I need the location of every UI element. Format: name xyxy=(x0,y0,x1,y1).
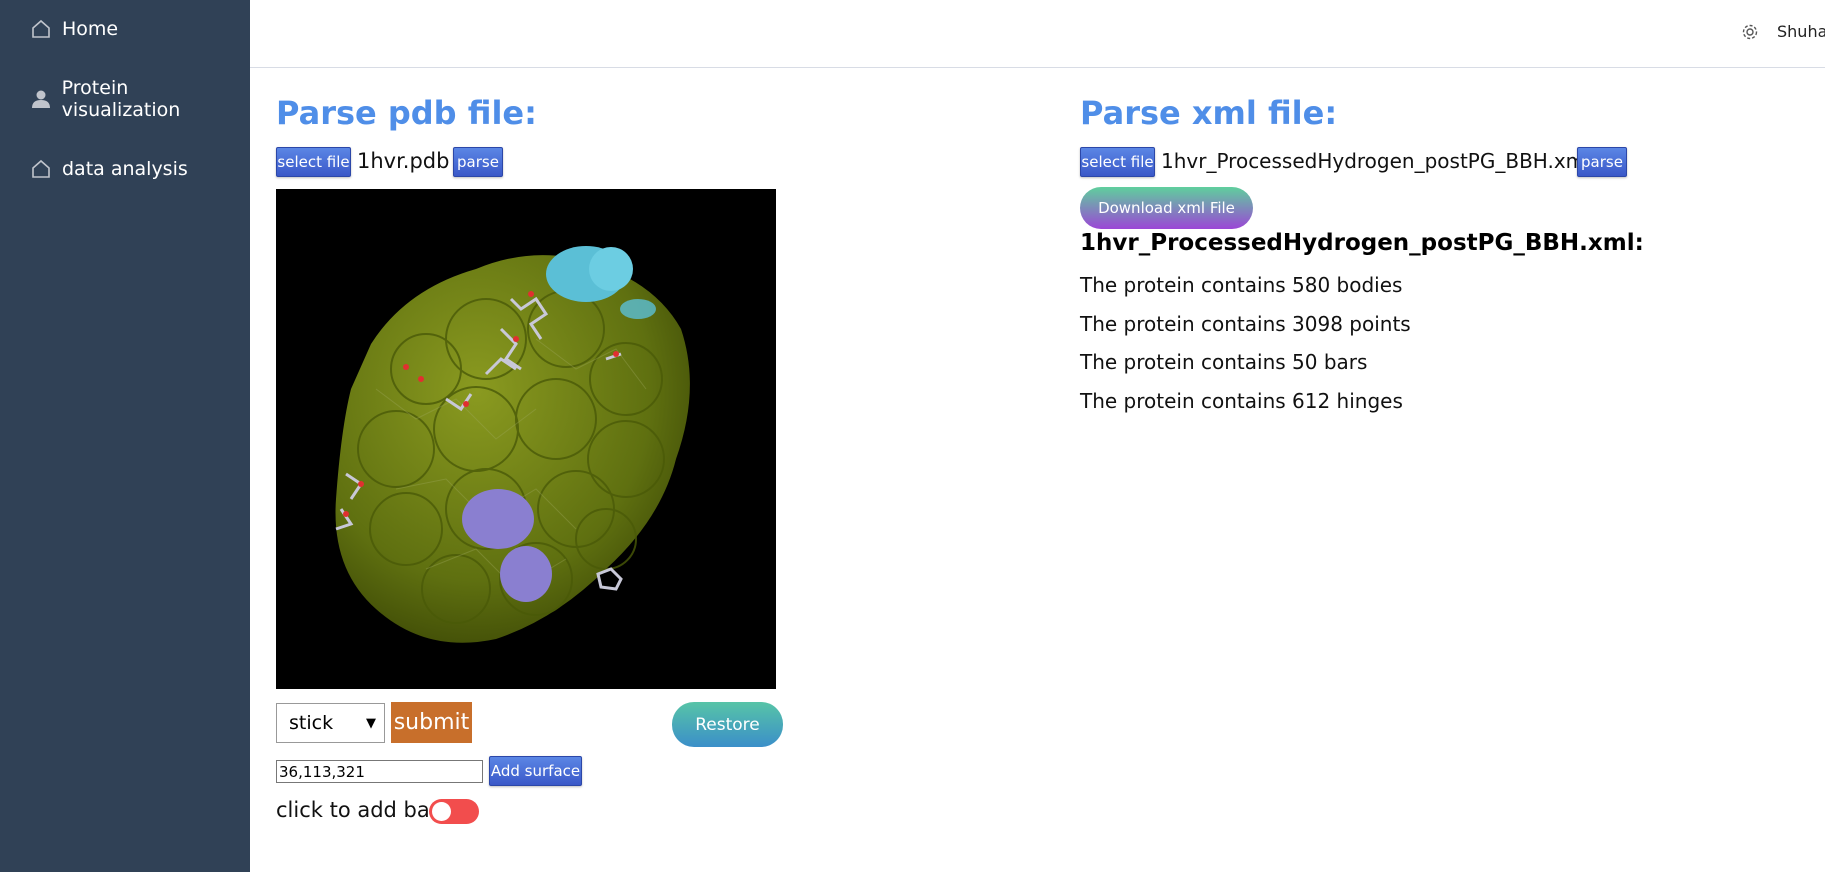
add-bar-toggle-label: click to add bar xyxy=(276,798,439,822)
protein-structure-render xyxy=(335,246,690,643)
sidebar-item-data-analysis[interactable]: data analysis xyxy=(30,154,188,184)
xml-section-title: Parse xml file: xyxy=(1080,94,1338,132)
stat-bars: The protein contains 50 bars xyxy=(1080,350,1368,374)
sidebar-item-protein-visualization[interactable]: Protein visualization xyxy=(30,77,250,121)
stat-bodies: The protein contains 580 bodies xyxy=(1080,273,1403,297)
pdb-section-title: Parse pdb file: xyxy=(276,94,537,132)
home-icon xyxy=(30,158,52,180)
select-value: stick xyxy=(289,712,334,734)
sidebar: Home Protein visualization data analysis xyxy=(0,0,250,872)
add-bar-toggle[interactable] xyxy=(429,799,479,824)
sidebar-item-home[interactable]: Home xyxy=(30,14,118,44)
sidebar-item-label: Protein visualization xyxy=(61,77,181,121)
pdb-filename: 1hvr.pdb xyxy=(357,149,450,173)
stat-hinges: The protein contains 612 hinges xyxy=(1080,389,1403,413)
pdb-select-file-button[interactable]: select file xyxy=(276,147,351,177)
add-surface-button[interactable]: Add surface xyxy=(489,756,582,786)
user-icon xyxy=(30,88,52,110)
download-xml-button[interactable]: Download xml File xyxy=(1080,187,1253,229)
surface-residues-input[interactable] xyxy=(276,760,483,783)
pdb-parse-button[interactable]: parse xyxy=(453,147,503,177)
protein-3d-viewer[interactable] xyxy=(276,189,776,689)
restore-button[interactable]: Restore xyxy=(672,702,783,747)
home-icon xyxy=(30,18,52,40)
top-navbar xyxy=(250,0,1825,68)
xml-parse-button[interactable]: parse xyxy=(1577,147,1627,177)
xml-select-file-button[interactable]: select file xyxy=(1080,147,1155,177)
sidebar-item-label: Home xyxy=(62,18,119,40)
gear-icon[interactable] xyxy=(1740,22,1760,42)
xml-result-title: 1hvr_ProcessedHydrogen_postPG_BBH.xml: xyxy=(1080,230,1644,256)
xml-filename: 1hvr_ProcessedHydrogen_postPG_BBH.xml xyxy=(1161,149,1591,173)
stat-points: The protein contains 3098 points xyxy=(1080,312,1411,336)
chevron-down-icon: ▼ xyxy=(366,716,376,731)
toggle-knob xyxy=(432,802,451,821)
sidebar-item-label: data analysis xyxy=(62,158,188,180)
submit-button[interactable]: submit xyxy=(391,702,472,743)
username[interactable]: Shuhan xyxy=(1777,22,1825,41)
representation-style-select[interactable]: stick ▼ xyxy=(276,703,385,743)
